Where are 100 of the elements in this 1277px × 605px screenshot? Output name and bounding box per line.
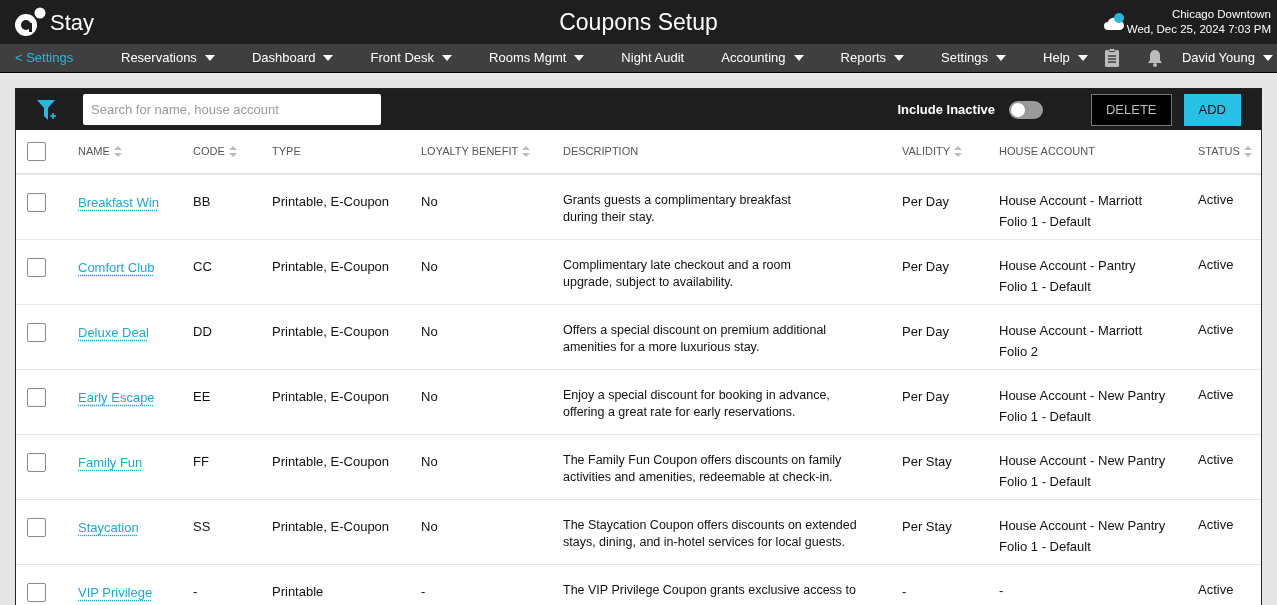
house-account-text: Folio 1 - Default [999, 213, 1092, 231]
back-link[interactable]: < Settings [0, 48, 121, 68]
column-header[interactable]: CODE [193, 143, 237, 160]
row-checkbox[interactable] [27, 518, 46, 537]
table-cell: Printable, E-Coupon [272, 454, 390, 469]
table-cell: EE [193, 389, 211, 404]
table-cell: No [421, 324, 438, 339]
description-text: Grants guests a complimentary breakfast [563, 192, 792, 209]
location-text: Chicago Downtown [1170, 7, 1271, 22]
house-account-text: Folio 1 - Default [999, 538, 1092, 556]
sort-icon [522, 146, 531, 157]
status-text: Active [1198, 517, 1234, 532]
table-cell: Per Stay [902, 454, 952, 469]
page-title: Coupons Setup [559, 7, 718, 37]
table-cell: Per Day [902, 324, 949, 339]
search-field[interactable]: Search for name, house account [83, 94, 381, 125]
column-header[interactable]: STATUS [1198, 143, 1252, 160]
description-text: offering a great rate for early reservations. [563, 404, 797, 421]
table-cell: BB [193, 194, 211, 209]
table-cell: Printable, E-Coupon [272, 389, 390, 404]
description-text: during their stay. [563, 209, 656, 226]
nav-menu-item[interactable]: Help [1043, 48, 1088, 68]
table-cell: Per Stay [902, 519, 952, 534]
house-account-text: Folio 1 - Default [999, 278, 1092, 296]
table-cell: Printable, E-Coupon [272, 259, 390, 274]
logo-icon [14, 7, 48, 37]
sort-icon [228, 146, 237, 157]
house-account-text: House Account - Pantry [999, 257, 1137, 275]
delete-button[interactable]: DELETE [1090, 93, 1172, 126]
description-text: Complimentary late checkout and a room [563, 257, 792, 274]
caret-icon [894, 55, 905, 61]
nav-menu-item[interactable]: Night Audit [621, 48, 685, 68]
house-account-text: House Account - New Pantry [999, 452, 1167, 470]
table-cell: Printable, E-Coupon [272, 519, 390, 534]
description-text: The Staycation Coupon offers discounts on extended [563, 517, 858, 534]
nav-menu-item[interactable]: Rooms Mgmt [489, 48, 585, 68]
table-cell: No [421, 194, 438, 209]
nav-menu-item[interactable]: Reports [840, 48, 905, 68]
caret-icon [442, 55, 453, 61]
description-text: The Family Fun Coupon offers discounts on family [563, 452, 843, 469]
sort-icon [954, 146, 963, 157]
caret-icon [996, 55, 1007, 61]
sort-icon [113, 146, 122, 157]
table-cell: FF [193, 454, 209, 469]
select-all-checkbox[interactable] [27, 142, 46, 161]
table-cell: Per Day [902, 389, 949, 404]
nav-menu-item[interactable]: Reservations [121, 48, 215, 68]
caret-icon [574, 55, 585, 61]
table-cell: DD [193, 324, 212, 339]
house-account-text: House Account - New Pantry [999, 387, 1167, 405]
house-account-text: Folio 1 - Default [999, 473, 1092, 491]
house-account-text: House Account - Marriott [999, 322, 1144, 340]
table-cell: - [193, 584, 198, 599]
description-text: amenities for a more luxurious stay. [563, 339, 761, 356]
caret-icon [204, 55, 215, 61]
column-header[interactable]: NAME [78, 143, 122, 160]
nav-menu-item[interactable]: Front Desk [370, 48, 453, 68]
row-checkbox[interactable] [27, 388, 46, 407]
row-checkbox[interactable] [27, 323, 46, 342]
caret-icon [1077, 55, 1088, 61]
caret-icon [323, 55, 334, 61]
house-account-text: Folio 2 [999, 343, 1040, 361]
table-cell: No [421, 259, 438, 274]
house-account-text: House Account - New Pantry [999, 517, 1167, 535]
row-checkbox[interactable] [27, 453, 46, 472]
column-header[interactable]: LOYALTY BENEFIT [421, 143, 531, 160]
add-button[interactable]: ADD [1183, 93, 1241, 126]
house-account-text: - [999, 582, 1005, 600]
column-header: DESCRIPTION [563, 144, 639, 160]
user-menu[interactable]: David Young [1182, 48, 1273, 68]
table-cell: SS [193, 519, 211, 534]
nav-menu-item[interactable]: Accounting [721, 48, 804, 68]
logo-text: Stay [50, 8, 95, 37]
status-text: Active [1198, 452, 1234, 467]
table-cell: Printable, E-Coupon [272, 194, 390, 209]
bell-icon[interactable] [1147, 49, 1163, 67]
nav-menu-item[interactable]: Dashboard [251, 48, 334, 68]
column-header: HOUSE ACCOUNT [999, 144, 1095, 160]
row-checkbox[interactable] [27, 193, 46, 212]
cloud-icon[interactable] [1102, 13, 1125, 31]
filter-add-icon[interactable] [36, 98, 58, 121]
table-cell: CC [193, 259, 212, 274]
table-cell: No [421, 389, 438, 404]
row-checkbox[interactable] [27, 258, 46, 277]
datetime-text: Wed, Dec 25, 2024 7:03 PM [1126, 22, 1271, 37]
row-checkbox[interactable] [27, 583, 46, 602]
status-text: Active [1198, 387, 1234, 402]
table-cell: Per Day [902, 259, 949, 274]
table-cell: Printable, E-Coupon [272, 324, 390, 339]
column-header[interactable]: VALIDITY [902, 143, 963, 160]
sort-icon [1243, 146, 1252, 157]
table-cell: Per Day [902, 194, 949, 209]
status-text: Active [1198, 257, 1234, 272]
clipboard-icon[interactable] [1104, 48, 1120, 68]
include-inactive-label: Include Inactive [897, 100, 995, 119]
nav-menu-item[interactable]: Settings [941, 48, 1007, 68]
table-cell: Printable [272, 584, 324, 599]
status-text: Active [1198, 192, 1234, 207]
table-cell: No [421, 519, 438, 534]
description-text: Enjoy a special discount for booking in advance, [563, 387, 831, 404]
